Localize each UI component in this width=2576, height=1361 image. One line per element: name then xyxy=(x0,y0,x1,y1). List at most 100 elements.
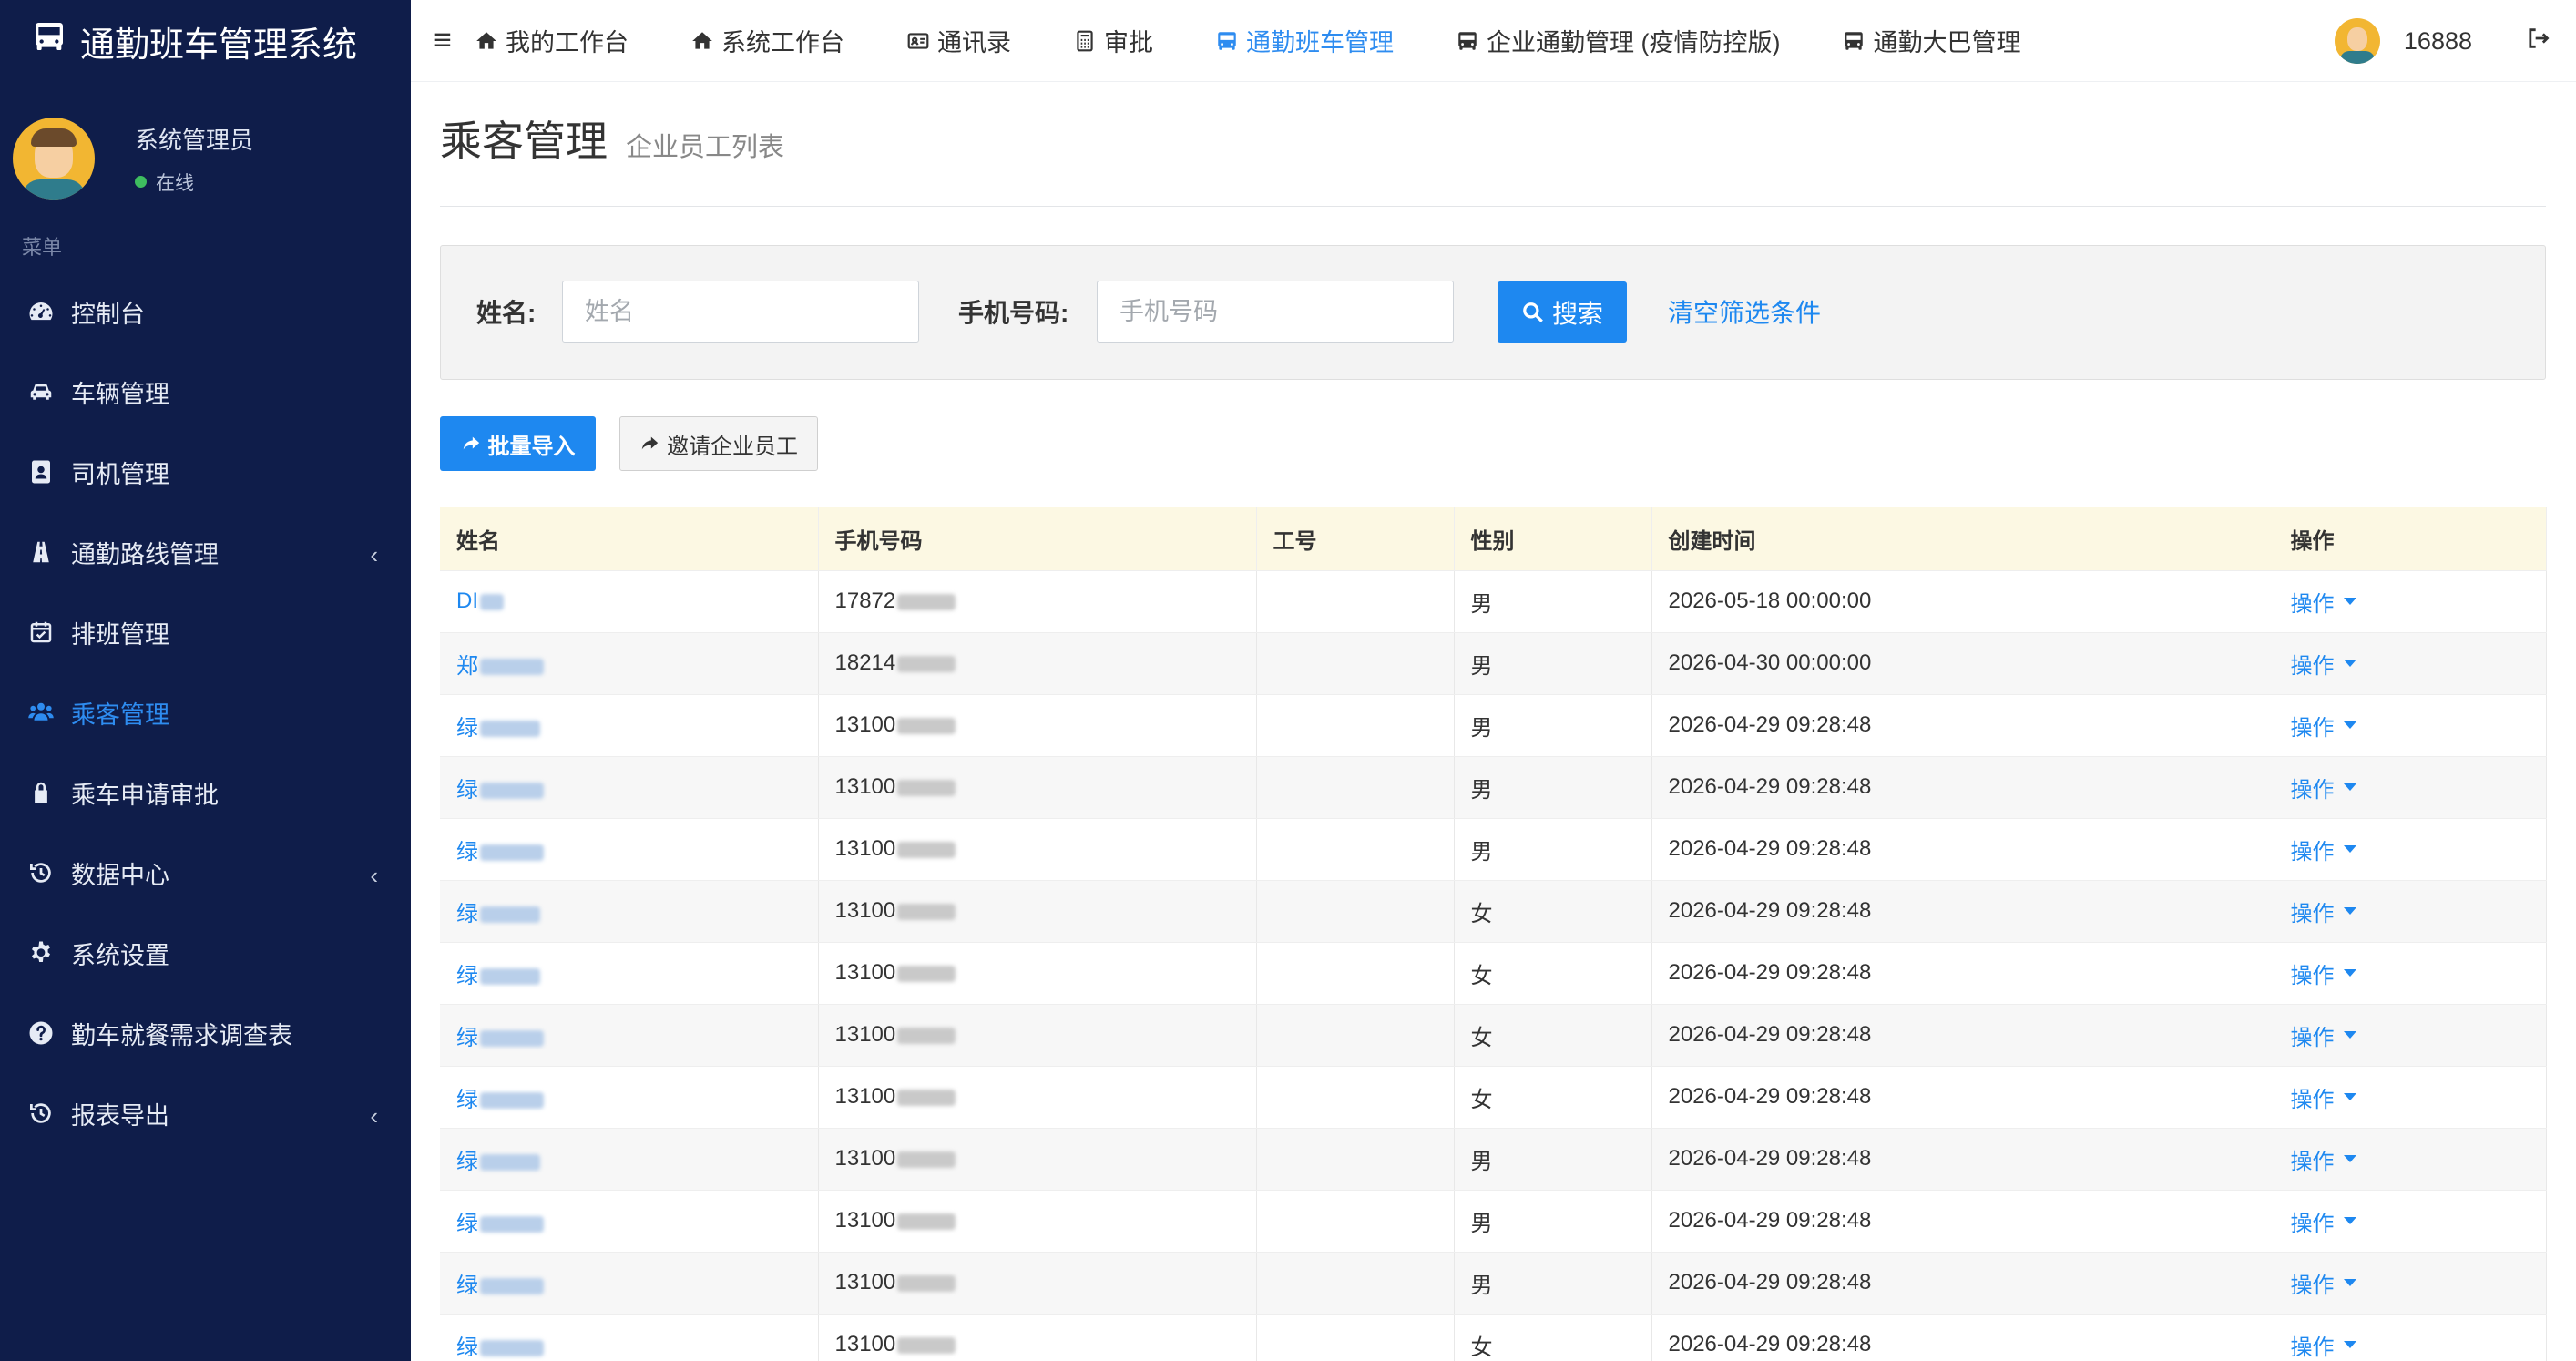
operation-dropdown[interactable]: 操作 xyxy=(2291,1205,2356,1237)
passenger-name[interactable]: 绿 xyxy=(456,1335,478,1360)
redacted-text xyxy=(897,1213,956,1230)
table-header-row: 姓名 手机号码 工号 性别 创建时间 操作 xyxy=(440,507,2547,571)
operation-label: 操作 xyxy=(2290,715,2335,741)
passenger-name[interactable]: 绿 xyxy=(456,716,478,741)
column-header-employee-no[interactable]: 工号 xyxy=(1256,507,1455,571)
caret-down-icon xyxy=(2343,783,2356,791)
nav-enterprise-commute[interactable]: 企业通勤管理 (疫情防控版) xyxy=(1456,23,1780,58)
operation-dropdown[interactable]: 操作 xyxy=(2291,1143,2356,1175)
operation-dropdown[interactable]: 操作 xyxy=(2291,586,2356,618)
menu-toggle-icon[interactable]: ≡ xyxy=(411,23,475,58)
sidebar-item-data-center[interactable]: 数据中心 ‹ xyxy=(0,833,411,913)
passenger-name-cell[interactable]: 绿 xyxy=(440,1128,819,1191)
passenger-name[interactable]: 绿 xyxy=(456,840,478,865)
divider xyxy=(440,206,2546,207)
passenger-name[interactable]: 绿 xyxy=(456,902,478,926)
operation-dropdown[interactable]: 操作 xyxy=(2291,710,2356,742)
phone-cell: 13100 xyxy=(818,942,1257,1005)
operation-dropdown[interactable]: 操作 xyxy=(2291,1329,2356,1361)
sidebar-item-settings[interactable]: 系统设置 xyxy=(0,913,411,993)
passenger-name[interactable]: DI xyxy=(456,588,478,613)
history-icon xyxy=(26,1098,56,1129)
table-body: DI 17872 男 2026-05-18 00:00:00 操作郑 18214 男 2026… xyxy=(440,570,2547,1361)
passenger-name[interactable]: 绿 xyxy=(456,1026,478,1050)
operation-dropdown[interactable]: 操作 xyxy=(2291,957,2356,989)
operation-dropdown[interactable]: 操作 xyxy=(2291,1267,2356,1299)
sidebar-item-passengers[interactable]: 乘客管理 xyxy=(0,672,411,752)
sidebar-item-drivers[interactable]: 司机管理 xyxy=(0,432,411,512)
avatar[interactable] xyxy=(2334,18,2380,64)
employee-no-cell xyxy=(1256,818,1455,881)
nav-my-workbench[interactable]: 我的工作台 xyxy=(475,23,629,58)
batch-import-button[interactable]: 批量导入 xyxy=(440,416,596,471)
lock-icon xyxy=(26,777,56,808)
sidebar-item-report-export[interactable]: 报表导出 ‹ xyxy=(0,1073,411,1153)
passenger-name-cell[interactable]: 绿 xyxy=(440,1004,819,1067)
search-icon xyxy=(1523,302,1543,322)
users-icon xyxy=(26,697,56,728)
account-name[interactable]: 16888 xyxy=(2404,27,2472,56)
operation-dropdown[interactable]: 操作 xyxy=(2291,1081,2356,1113)
sidebar-item-routes[interactable]: 通勤路线管理 ‹ xyxy=(0,512,411,592)
clear-filters-link[interactable]: 清空筛选条件 xyxy=(1668,293,1821,330)
phone-cell: 13100 xyxy=(818,1066,1257,1129)
passenger-name[interactable]: 绿 xyxy=(456,1212,478,1236)
passenger-name-cell[interactable]: 绿 xyxy=(440,694,819,757)
operation-dropdown[interactable]: 操作 xyxy=(2291,772,2356,803)
redacted-text xyxy=(897,841,956,858)
sidebar-item-survey[interactable]: 勤车就餐需求调查表 xyxy=(0,993,411,1073)
passenger-name-cell[interactable]: 绿 xyxy=(440,1190,819,1253)
operation-dropdown[interactable]: 操作 xyxy=(2291,1019,2356,1051)
passenger-name-cell[interactable]: 绿 xyxy=(440,880,819,943)
invite-employee-button[interactable]: 邀请企业员工 xyxy=(619,416,818,471)
name-filter-input[interactable] xyxy=(562,281,919,343)
passenger-name[interactable]: 绿 xyxy=(456,1088,478,1112)
main-content: 乘客管理 企业员工列表 姓名: 手机号码: 搜索 清空筛选条件 批量导入 邀请企… xyxy=(411,83,2576,1361)
nav-commute-coach[interactable]: 通勤大巴管理 xyxy=(1842,23,2020,58)
passenger-name[interactable]: 郑 xyxy=(456,654,478,679)
passenger-name[interactable]: 绿 xyxy=(456,1150,478,1174)
passenger-name[interactable]: 绿 xyxy=(456,778,478,803)
phone-filter-input[interactable] xyxy=(1097,281,1454,343)
operation-dropdown[interactable]: 操作 xyxy=(2291,834,2356,865)
operation-label: 操作 xyxy=(2290,1335,2335,1360)
passenger-name-cell[interactable]: 绿 xyxy=(440,818,819,881)
phone-number: 13100 xyxy=(834,1208,896,1233)
search-button[interactable]: 搜索 xyxy=(1498,281,1627,343)
passenger-name-cell[interactable]: 绿 xyxy=(440,1252,819,1315)
column-header-phone[interactable]: 手机号码 xyxy=(818,507,1257,571)
passenger-name[interactable]: 绿 xyxy=(456,964,478,988)
passenger-name-cell[interactable]: 绿 xyxy=(440,756,819,819)
passenger-name-cell[interactable]: DI xyxy=(440,570,819,633)
operation-label: 操作 xyxy=(2290,1149,2335,1174)
caret-down-icon xyxy=(2343,1341,2356,1348)
nav-commute-bus[interactable]: 通勤班车管理 xyxy=(1215,23,1394,58)
operation-cell: 操作 xyxy=(2274,1128,2547,1191)
sidebar-item-ride-approval[interactable]: 乘车申请审批 xyxy=(0,752,411,833)
operation-dropdown[interactable]: 操作 xyxy=(2291,648,2356,680)
column-header-gender[interactable]: 性别 xyxy=(1454,507,1652,571)
logout-icon[interactable] xyxy=(2525,26,2550,57)
sidebar-item-dashboard[interactable]: 控制台 xyxy=(0,271,411,352)
operation-dropdown[interactable]: 操作 xyxy=(2291,895,2356,927)
phone-cell: 13100 xyxy=(818,756,1257,819)
table-row: 郑 18214 男 2026-04-30 00:00:00 操作 xyxy=(440,632,2547,695)
column-header-name[interactable]: 姓名 xyxy=(440,507,819,571)
brand[interactable]: 通勤班车管理系统 xyxy=(0,0,411,82)
nav-approval[interactable]: 审批 xyxy=(1073,23,1153,58)
passenger-name-cell[interactable]: 郑 xyxy=(440,632,819,695)
passenger-name-cell[interactable]: 绿 xyxy=(440,1314,819,1361)
column-header-created-time[interactable]: 创建时间 xyxy=(1651,507,2274,571)
sidebar-item-vehicles[interactable]: 车辆管理 xyxy=(0,352,411,432)
sidebar-item-scheduling[interactable]: 排班管理 xyxy=(0,592,411,672)
nav-contacts[interactable]: 通讯录 xyxy=(906,23,1011,58)
nav-system-workbench[interactable]: 系统工作台 xyxy=(690,23,844,58)
passenger-name-cell[interactable]: 绿 xyxy=(440,942,819,1005)
passenger-name-cell[interactable]: 绿 xyxy=(440,1066,819,1129)
employee-no-cell xyxy=(1256,1252,1455,1315)
passenger-name[interactable]: 绿 xyxy=(456,1274,478,1298)
sidebar-item-label: 勤车就餐需求调查表 xyxy=(71,1021,292,1049)
operation-cell: 操作 xyxy=(2274,1066,2547,1129)
gender-cell: 男 xyxy=(1454,632,1652,695)
phone-cell: 13100 xyxy=(818,818,1257,881)
